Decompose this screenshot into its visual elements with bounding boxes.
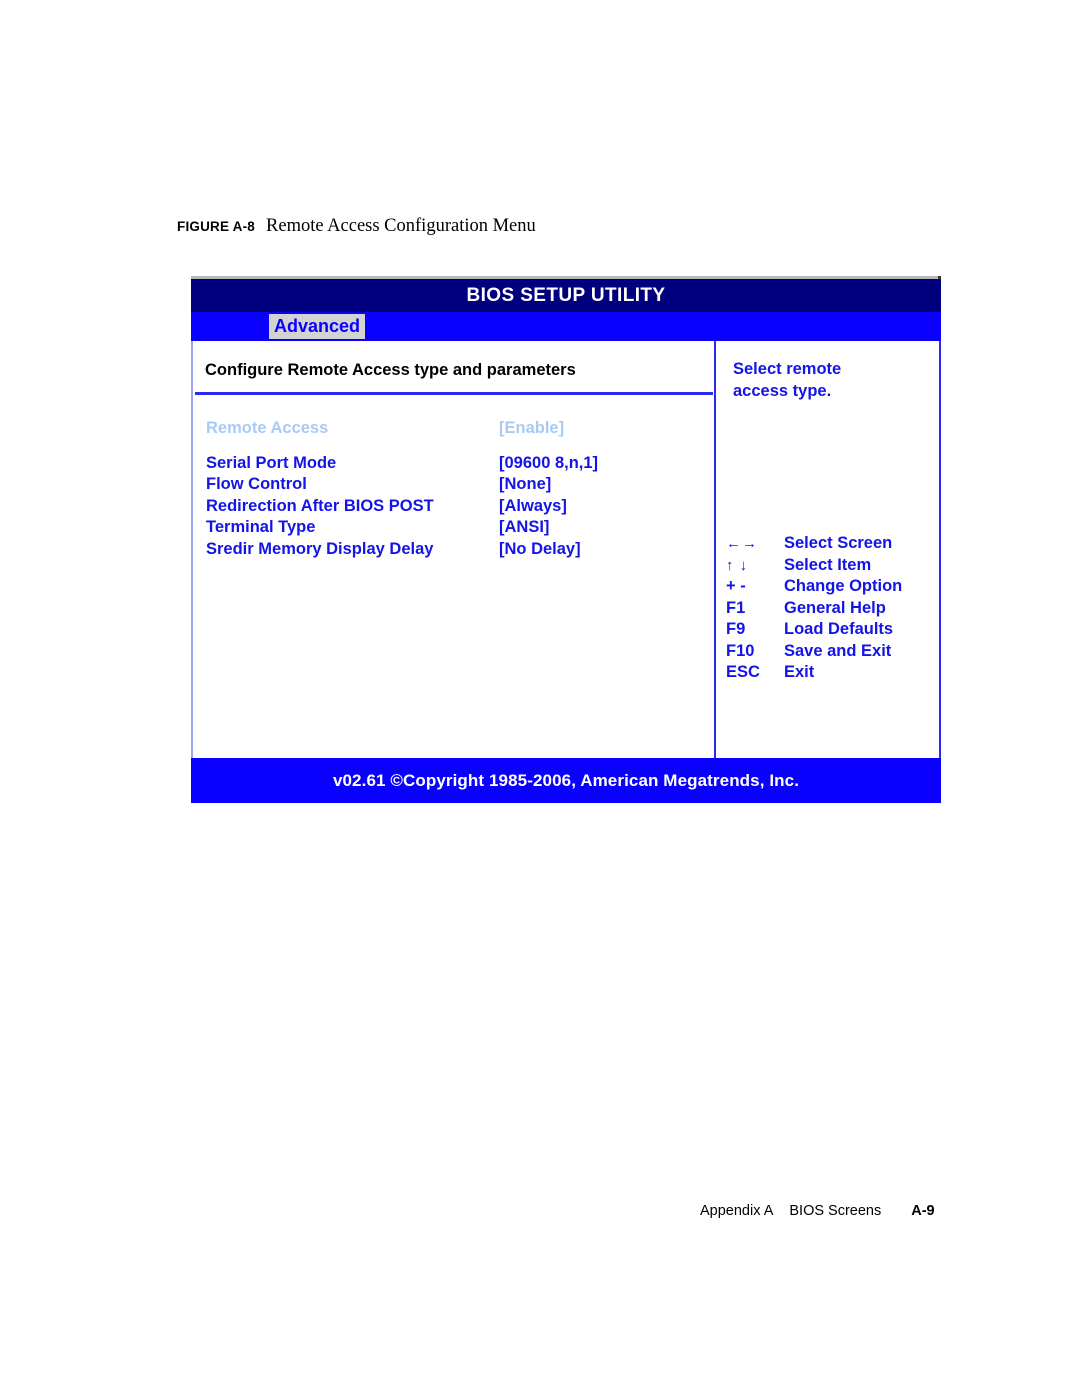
figure-caption: FIGURE A-8 Remote Access Configuration Me… (177, 216, 937, 237)
setting-label: Serial Port Mode (206, 453, 337, 472)
setting-value[interactable]: [Always] (499, 497, 567, 516)
esc-key: ESC (726, 663, 760, 681)
bios-setup-window: BIOS SETUP UTILITY Advanced Configure Re… (191, 276, 941, 803)
setting-value[interactable]: [ANSI] (499, 518, 549, 537)
f9-key: F9 (726, 620, 746, 638)
setting-label: Remote Access (206, 419, 329, 437)
key-legend-label: Change Option (784, 577, 903, 595)
f1-key: F1 (726, 598, 746, 617)
key-legend-row-select-screen: ←→ Select Screen (716, 534, 941, 556)
setting-value[interactable]: [09600 8,n,1] (499, 454, 598, 473)
bios-title: BIOS SETUP UTILITY (466, 284, 666, 306)
bios-title-bar: BIOS SETUP UTILITY (191, 279, 941, 312)
settings-spacer (193, 441, 716, 454)
left-right-arrow-icon: ←→ (726, 535, 758, 552)
setting-value[interactable]: [No Delay] (499, 540, 581, 559)
setting-label: Redirection After BIOS POST (206, 496, 434, 515)
figure-title: Remote Access Configuration Menu (266, 216, 536, 236)
footer-section: BIOS Screens (789, 1203, 882, 1219)
footer-appendix: Appendix A (700, 1203, 774, 1219)
help-panel: Select remote access type. ←→ Select Scr… (716, 341, 941, 758)
help-line-2: access type. (733, 381, 832, 400)
key-legend-label: Load Defaults (784, 620, 894, 638)
key-legend-label: Select Screen (784, 534, 893, 552)
key-legend-row-exit: ESC Exit (716, 663, 941, 685)
key-legend: ←→ Select Screen ↑ ↓ Select Item + - Cha… (716, 534, 941, 685)
key-legend-row-general-help: F1 General Help (716, 599, 941, 621)
setting-row-remote-access[interactable]: Remote Access [Enable] (193, 419, 716, 441)
page-number: A-9 (911, 1203, 935, 1219)
setting-label: Sredir Memory Display Delay (206, 539, 434, 558)
help-description: Select remote access type. (733, 359, 923, 402)
key-legend-label: Save and Exit (784, 641, 892, 660)
key-legend-label: General Help (784, 598, 886, 617)
setting-row-sredir-memory-display-delay[interactable]: Sredir Memory Display Delay [No Delay] (193, 540, 716, 562)
bios-body: Configure Remote Access type and paramet… (191, 341, 941, 758)
key-legend-row-select-item: ↑ ↓ Select Item (716, 556, 941, 578)
settings-divider (195, 392, 713, 395)
plus-minus-key: + - (726, 577, 746, 595)
key-legend-row-save-and-exit: F10 Save and Exit (716, 642, 941, 664)
bios-footer-bar: v02.61 ©Copyright 1985-2006, American Me… (191, 758, 941, 803)
key-legend-row-change-option: + - Change Option (716, 577, 941, 599)
settings-panel: Configure Remote Access type and paramet… (191, 341, 714, 758)
up-down-arrow-icon: ↑ ↓ (726, 556, 749, 574)
settings-heading: Configure Remote Access type and paramet… (205, 361, 576, 379)
setting-row-flow-control[interactable]: Flow Control [None] (193, 475, 716, 497)
setting-row-terminal-type[interactable]: Terminal Type [ANSI] (193, 518, 716, 540)
setting-value[interactable]: [None] (499, 475, 551, 494)
setting-label: Terminal Type (206, 518, 316, 536)
key-legend-label: Select Item (784, 555, 872, 574)
tab-advanced[interactable]: Advanced (269, 314, 366, 339)
setting-value[interactable]: [Enable] (499, 419, 564, 438)
key-legend-row-load-defaults: F9 Load Defaults (716, 620, 941, 642)
setting-label: Flow Control (206, 475, 307, 493)
f10-key: F10 (726, 641, 755, 660)
bios-tab-bar[interactable]: Advanced (191, 312, 941, 341)
help-line-1: Select remote (733, 360, 842, 378)
copyright-text: v02.61 ©Copyright 1985-2006, American Me… (332, 770, 800, 790)
setting-row-serial-port-mode[interactable]: Serial Port Mode [09600 8,n,1] (193, 454, 716, 476)
setting-row-redirection-after-bios-post[interactable]: Redirection After BIOS POST [Always] (193, 497, 716, 519)
page-footer: Appendix A BIOS Screens A-9 (700, 1203, 935, 1219)
key-legend-label: Exit (784, 663, 815, 681)
figure-label: FIGURE A-8 (177, 219, 256, 234)
settings-list: Remote Access [Enable] Serial Port Mode … (193, 419, 716, 561)
